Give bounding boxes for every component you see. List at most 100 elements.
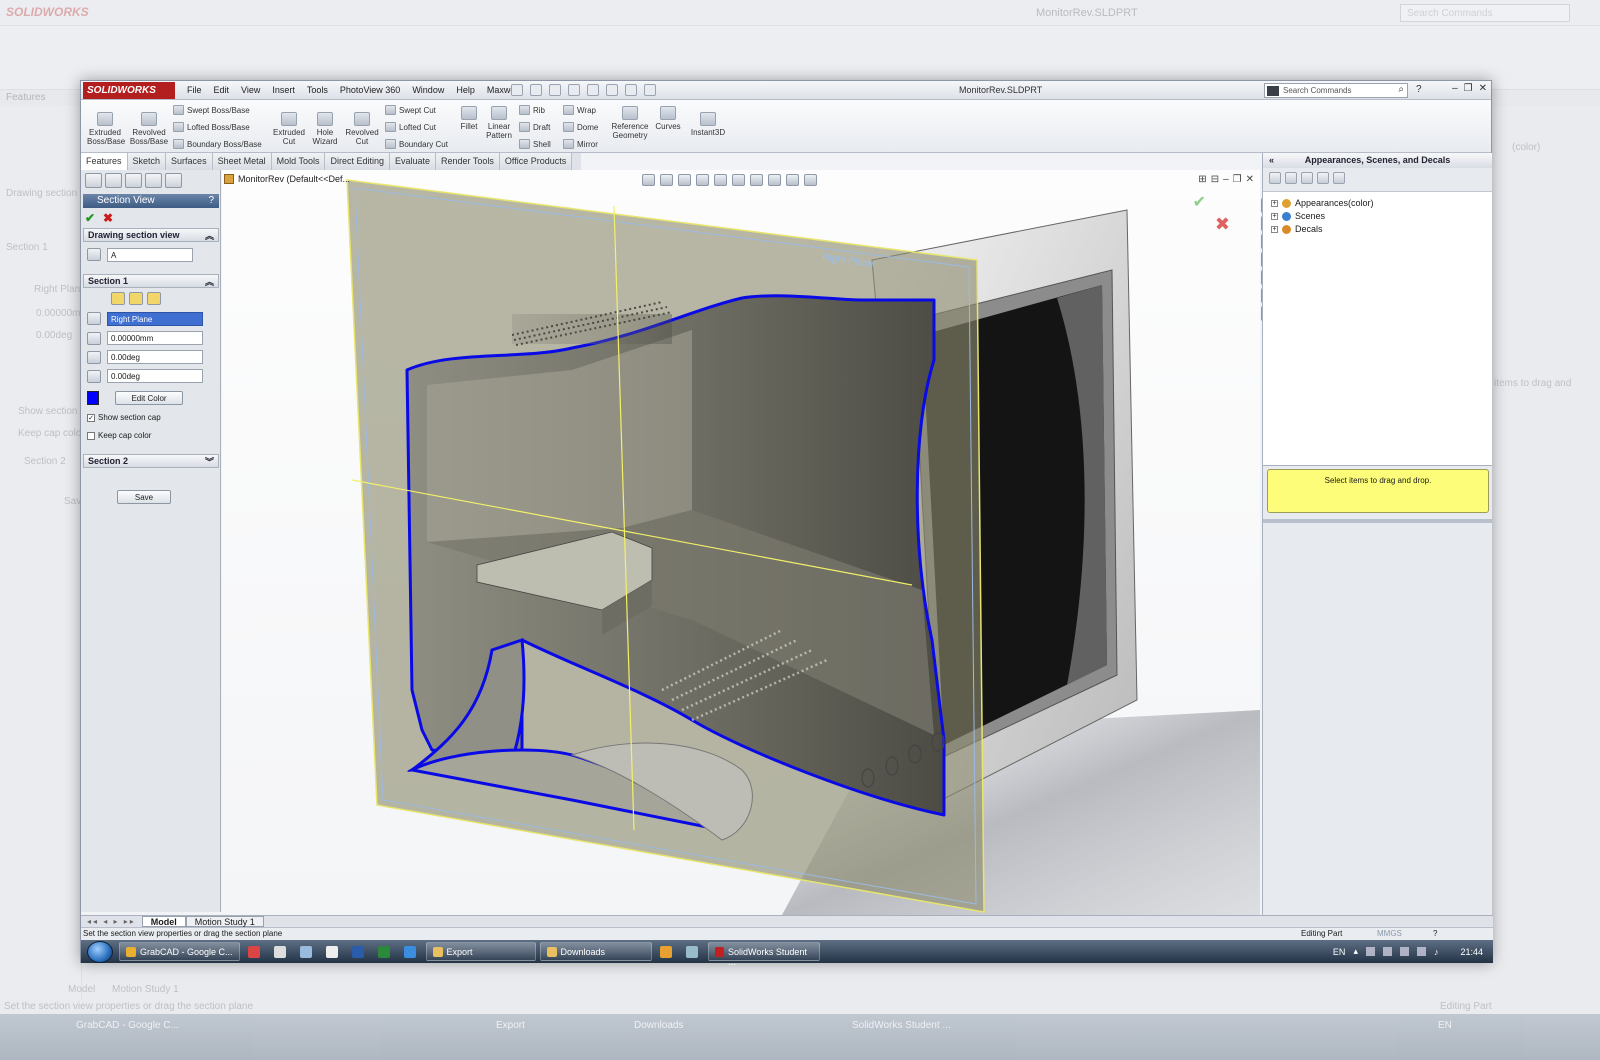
expand-icon[interactable]: + bbox=[1271, 212, 1278, 220]
tab-model[interactable]: Model bbox=[141, 916, 186, 927]
tray-icon[interactable] bbox=[1365, 947, 1375, 956]
new-icon[interactable] bbox=[511, 84, 523, 96]
top-plane-icon[interactable] bbox=[129, 292, 143, 305]
fillet-button[interactable]: Fillet bbox=[457, 104, 481, 131]
menu-window[interactable]: Window bbox=[406, 81, 450, 100]
x-rotation-field[interactable]: 0.00deg bbox=[107, 350, 203, 364]
zoom-area-icon[interactable] bbox=[660, 174, 673, 186]
extruded-cut-button[interactable]: Extruded Cut bbox=[271, 110, 307, 146]
viewport-minimize-button[interactable]: – bbox=[1223, 174, 1229, 185]
taskbar-app-4[interactable] bbox=[322, 942, 342, 961]
section2-group[interactable]: Section 2 ︾ bbox=[83, 454, 219, 468]
split-vertical-icon[interactable]: ⊟ bbox=[1211, 174, 1219, 185]
cancel-button[interactable]: ✖ bbox=[103, 211, 113, 225]
save-icon[interactable] bbox=[549, 84, 561, 96]
taskbar-item-grabcad[interactable]: GrabCAD - Google C... bbox=[119, 942, 240, 961]
menu-tools[interactable]: Tools bbox=[301, 81, 334, 100]
view-orientation-icon[interactable] bbox=[714, 174, 727, 186]
rebuild-icon[interactable] bbox=[625, 84, 637, 96]
taskbar-app-3[interactable] bbox=[296, 942, 316, 961]
hole-wizard-button[interactable]: Hole Wizard bbox=[309, 110, 341, 146]
section-plane-field[interactable]: Right Plane bbox=[107, 312, 203, 326]
reference-geometry-button[interactable]: Reference Geometry bbox=[609, 104, 651, 140]
tree-item-decals[interactable]: + Decals bbox=[1271, 224, 1323, 234]
taskbar-ie[interactable] bbox=[400, 942, 420, 961]
language-indicator[interactable]: EN bbox=[1333, 947, 1346, 957]
y-rotation-field[interactable]: 0.00deg bbox=[107, 369, 203, 383]
status-help-icon[interactable]: ? bbox=[1433, 929, 1437, 938]
tab-sketch[interactable]: Sketch bbox=[127, 153, 167, 170]
zoom-fit-icon[interactable] bbox=[642, 174, 655, 186]
tray-icon[interactable] bbox=[1382, 947, 1392, 956]
tab-surfaces[interactable]: Surfaces bbox=[166, 153, 213, 170]
extruded-boss-button[interactable]: Extruded Boss/Base bbox=[87, 110, 125, 146]
split-horizontal-icon[interactable]: ⊞ bbox=[1198, 174, 1206, 185]
menu-insert[interactable]: Insert bbox=[266, 81, 301, 100]
tree-item-appearances[interactable]: + Appearances(color) bbox=[1271, 198, 1374, 208]
right-plane-icon[interactable] bbox=[147, 292, 161, 305]
back-icon[interactable] bbox=[1269, 172, 1281, 184]
menu-edit[interactable]: Edit bbox=[208, 81, 236, 100]
minimize-button[interactable]: – bbox=[1452, 83, 1458, 94]
mirror-button[interactable]: Mirror bbox=[563, 139, 598, 149]
section-name-field[interactable]: A bbox=[107, 248, 193, 262]
chevron-up-icon[interactable]: ︽ bbox=[205, 275, 214, 288]
tab-office-products[interactable]: Office Products bbox=[499, 153, 573, 170]
front-plane-icon[interactable] bbox=[111, 292, 125, 305]
lofted-cut-button[interactable]: Lofted Cut bbox=[385, 122, 436, 132]
menu-photoview[interactable]: PhotoView 360 bbox=[334, 81, 406, 100]
boundary-boss-button[interactable]: Boundary Boss/Base bbox=[173, 139, 262, 149]
pane-splitter[interactable] bbox=[1263, 519, 1492, 523]
close-button[interactable]: ✕ bbox=[1479, 83, 1487, 94]
tab-evaluate[interactable]: Evaluate bbox=[390, 153, 437, 170]
pm-help-button[interactable]: ? bbox=[208, 195, 214, 206]
confirm-corner-ok[interactable]: ✔ bbox=[1193, 192, 1206, 212]
network-icon[interactable] bbox=[1416, 947, 1426, 956]
search-icon[interactable]: ⌕ bbox=[1398, 84, 1404, 95]
view-settings-icon[interactable] bbox=[804, 174, 817, 186]
revolved-cut-button[interactable]: Revolved Cut bbox=[343, 110, 381, 146]
menu-view[interactable]: View bbox=[235, 81, 266, 100]
tab-render-tools[interactable]: Render Tools bbox=[436, 153, 500, 170]
menu-help[interactable]: Help bbox=[450, 81, 481, 100]
tab-mold-tools[interactable]: Mold Tools bbox=[271, 153, 326, 170]
select-icon[interactable] bbox=[606, 84, 618, 96]
swept-cut-button[interactable]: Swept Cut bbox=[385, 105, 436, 115]
feature-manager-icon[interactable] bbox=[85, 173, 102, 188]
help-button[interactable]: ? bbox=[1416, 84, 1422, 95]
section1-group[interactable]: Section 1 ︽ bbox=[83, 274, 219, 288]
swept-boss-button[interactable]: Swept Boss/Base bbox=[173, 105, 250, 115]
instant3d-button[interactable]: Instant3D bbox=[687, 110, 729, 137]
feature-tree-root[interactable]: MonitorRev (Default<<Def... bbox=[224, 174, 350, 184]
taskbar-excel[interactable] bbox=[374, 942, 394, 961]
collapse-pane-button[interactable]: « bbox=[1269, 155, 1274, 165]
cap-color-swatch[interactable] bbox=[87, 391, 99, 405]
tray-expand-icon[interactable]: ▴ bbox=[1353, 946, 1358, 957]
curves-button[interactable]: Curves bbox=[653, 104, 683, 131]
graphics-area[interactable]: Right Plane MonitorRev (Default<<Def... … bbox=[222, 170, 1260, 915]
taskbar-gmail[interactable] bbox=[244, 942, 264, 961]
drawing-section-group[interactable]: Drawing section view ︽ bbox=[83, 228, 219, 242]
solidworks-logo[interactable]: SOLIDWORKS bbox=[83, 82, 175, 99]
print-icon[interactable] bbox=[568, 84, 580, 96]
options-icon[interactable] bbox=[644, 84, 656, 96]
shell-button[interactable]: Shell bbox=[519, 139, 551, 149]
viewport-restore-button[interactable]: ❐ bbox=[1233, 174, 1242, 185]
apply-scene-icon[interactable] bbox=[786, 174, 799, 186]
viewport-close-button[interactable]: ✕ bbox=[1246, 174, 1254, 185]
revolved-boss-button[interactable]: Revolved Boss/Base bbox=[129, 110, 169, 146]
clock[interactable]: 21:44 bbox=[1460, 947, 1483, 957]
model-section-view[interactable]: Right Plane bbox=[222, 170, 1260, 915]
taskbar-item-solidworks[interactable]: SolidWorks Student ... bbox=[707, 942, 820, 967]
refresh-icon[interactable] bbox=[1301, 172, 1313, 184]
up-icon[interactable] bbox=[1333, 172, 1345, 184]
taskbar-item-export[interactable]: Export bbox=[425, 942, 536, 961]
chevron-down-icon[interactable]: ︾ bbox=[205, 455, 214, 468]
display-style-icon[interactable] bbox=[732, 174, 745, 186]
taskbar-app-2[interactable] bbox=[270, 942, 290, 961]
offset-distance-field[interactable]: 0.00000mm bbox=[107, 331, 203, 345]
tab-motion-study[interactable]: Motion Study 1 bbox=[185, 916, 264, 927]
keep-cap-color-checkbox[interactable]: Keep cap color bbox=[87, 431, 151, 440]
tab-scroll-arrows[interactable]: ◂◂ ◂ ▸ ▸▸ bbox=[81, 917, 142, 926]
tab-sheet-metal[interactable]: Sheet Metal bbox=[212, 153, 272, 170]
